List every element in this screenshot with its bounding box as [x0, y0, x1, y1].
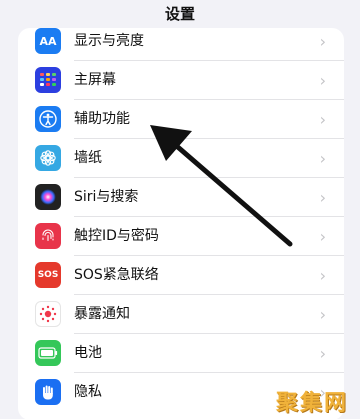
settings-item-label: SOS紧急联络 [74, 267, 159, 283]
page-title: 设置 [164, 5, 195, 23]
touch-id-icon [35, 223, 61, 249]
settings-item-label: 暴露通知 [74, 306, 130, 322]
settings-item-label: 显示与亮度 [74, 33, 144, 49]
settings-item-touch-id-passcode[interactable]: 触控ID与密码 › [18, 217, 344, 256]
display-brightness-icon: AA [35, 28, 61, 54]
home-screen-icon [35, 67, 61, 93]
chevron-right-icon: › [319, 110, 326, 129]
chevron-right-icon: › [319, 32, 326, 51]
chevron-right-icon: › [319, 188, 326, 207]
settings-item-emergency-sos[interactable]: SOS SOS紧急联络 › [18, 256, 344, 295]
settings-item-accessibility[interactable]: 辅助功能 › [18, 100, 344, 139]
wallpaper-icon [35, 145, 61, 171]
settings-item-label: Siri与搜索 [74, 189, 139, 205]
settings-item-label: 电池 [74, 345, 102, 361]
privacy-hand-icon [35, 379, 61, 405]
chevron-right-icon: › [319, 227, 326, 246]
settings-item-battery[interactable]: 电池 › [18, 334, 344, 373]
settings-item-label: 触控ID与密码 [74, 228, 159, 244]
chevron-right-icon: › [319, 149, 326, 168]
settings-list: AA 显示与亮度 › 主屏幕 › 辅助功能 › 墙纸 › Siri与搜索 › 触… [18, 28, 344, 419]
settings-item-home-screen[interactable]: 主屏幕 › [18, 61, 344, 100]
chevron-right-icon: › [319, 71, 326, 90]
exposure-notification-icon [35, 301, 61, 327]
sos-icon: SOS [35, 262, 61, 288]
settings-item-wallpaper[interactable]: 墙纸 › [18, 139, 344, 178]
siri-icon [35, 184, 61, 210]
accessibility-icon [35, 106, 61, 132]
settings-screen: 设置 AA 显示与亮度 › 主屏幕 › 辅助功能 › 墙纸 › Siri与搜索 … [0, 0, 360, 419]
settings-item-label: 隐私 [74, 384, 102, 400]
settings-item-label: 主屏幕 [74, 72, 116, 88]
chevron-right-icon: › [319, 344, 326, 363]
chevron-right-icon: › [319, 266, 326, 285]
settings-item-display-brightness[interactable]: AA 显示与亮度 › [18, 28, 344, 61]
watermark: 聚集网 [275, 391, 348, 416]
settings-item-label: 墙纸 [74, 150, 102, 166]
chevron-right-icon: › [319, 305, 326, 324]
settings-item-label: 辅助功能 [74, 111, 130, 127]
battery-icon [35, 340, 61, 366]
settings-item-exposure-notifications[interactable]: 暴露通知 › [18, 295, 344, 334]
settings-item-siri-search[interactable]: Siri与搜索 › [18, 178, 344, 217]
